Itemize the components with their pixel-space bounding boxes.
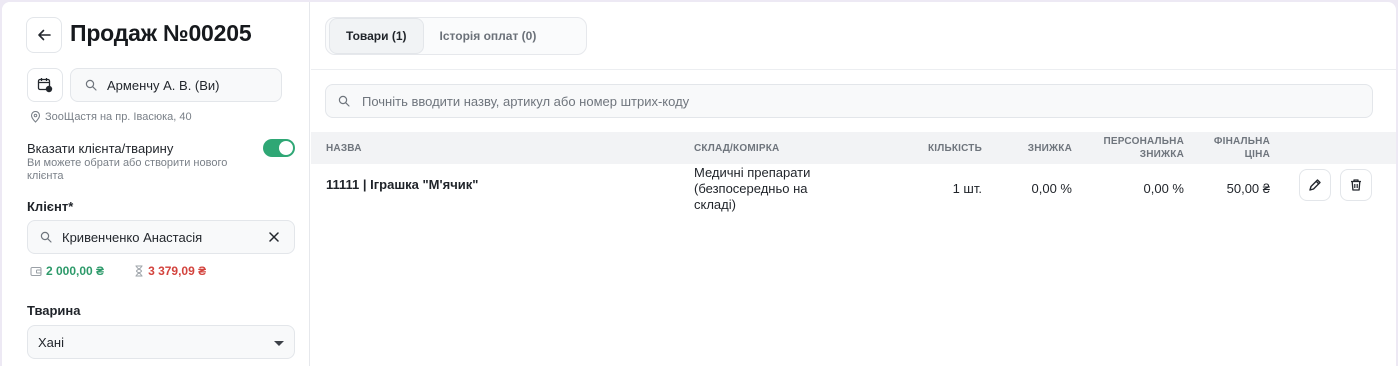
tab-payment-history[interactable]: Історія оплат (0) (424, 18, 553, 54)
trash-icon (1351, 179, 1361, 191)
client-debt: 3 379,09 ₴ (134, 264, 206, 278)
client-label: Клієнт* (27, 199, 74, 214)
column-name: Назва (326, 143, 362, 154)
search-icon (40, 231, 52, 243)
search-icon (85, 79, 97, 91)
product-search-input[interactable]: Почніть вводити назву, артикул або номер… (325, 84, 1373, 118)
close-icon (269, 232, 279, 242)
row-discount: 0,00 % (1031, 181, 1072, 196)
pencil-icon (1309, 179, 1321, 191)
client-balance: 2 000,00 ₴ (30, 264, 104, 278)
toggle-knob (279, 141, 293, 155)
sale-sidebar: Продаж №00205 Арменчу А. В. (Ви) ЗооЩаст… (2, 2, 310, 366)
store-location-text: ЗооЩастя на пр. Івасюка, 40 (45, 111, 192, 123)
store-location: ЗооЩастя на пр. Івасюка, 40 (30, 111, 192, 123)
column-qty: Кількість (927, 143, 982, 154)
arrow-left-icon (38, 29, 51, 41)
row-personal-discount: 0,00 % (1143, 181, 1184, 196)
wallet-icon (30, 266, 42, 276)
client-value: Кривенченко Анастасія (62, 229, 203, 245)
edit-row-button[interactable] (1299, 169, 1331, 201)
client-search-field[interactable]: Кривенченко Анастасія (27, 220, 295, 254)
row-qty: 1 шт. (952, 181, 982, 196)
chevron-down-icon (274, 341, 284, 346)
column-discount: Знижка (1027, 143, 1072, 154)
client-balances: 2 000,00 ₴ 3 379,09 ₴ (30, 264, 206, 278)
client-toggle-hint: Ви можете обрати або створити нового клі… (27, 157, 228, 182)
app-frame: Продаж №00205 Арменчу А. В. (Ви) ЗооЩаст… (2, 2, 1396, 366)
client-toggle-switch[interactable] (263, 139, 295, 157)
product-search-placeholder: Почніть вводити назву, артикул або номер… (362, 93, 690, 109)
map-pin-icon (30, 111, 41, 123)
column-warehouse: Склад/комірка (694, 143, 780, 154)
row-final-price: 50,00 ₴ (1226, 181, 1270, 196)
delete-row-button[interactable] (1340, 169, 1372, 201)
sale-content: Товари (1) Історія оплат (0) Почніть вво… (311, 2, 1396, 366)
row-warehouse: Медичні препарати (безпосередньо на скла… (694, 165, 811, 212)
calendar-clock-icon (37, 78, 53, 93)
animal-select[interactable]: Хані (27, 325, 295, 359)
search-icon (338, 95, 350, 107)
page-title: Продаж №00205 (70, 20, 252, 46)
employee-select[interactable]: Арменчу А. В. (Ви) (70, 68, 282, 102)
tab-bar: Товари (1) Історія оплат (0) (325, 17, 587, 55)
hourglass-icon (135, 265, 143, 277)
date-picker-button[interactable] (27, 68, 63, 102)
animal-label: Тварина (27, 303, 81, 318)
client-toggle-title: Вказати клієнта/тварину (27, 141, 174, 156)
clear-client-button[interactable] (266, 229, 282, 245)
divider (311, 69, 1396, 70)
row-product-name: 11111 | Іграшка "М'ячик" (326, 177, 479, 192)
employee-value: Арменчу А. В. (Ви) (107, 77, 220, 93)
back-button[interactable] (26, 17, 62, 53)
table-header: Назва Склад/комірка Кількість Знижка Пер… (311, 132, 1396, 164)
column-final-price: Фінальна ціна (1213, 136, 1270, 160)
animal-value: Хані (38, 334, 64, 350)
tab-products[interactable]: Товари (1) (329, 18, 424, 54)
column-personal-discount: Персональна знижка (1103, 136, 1184, 160)
